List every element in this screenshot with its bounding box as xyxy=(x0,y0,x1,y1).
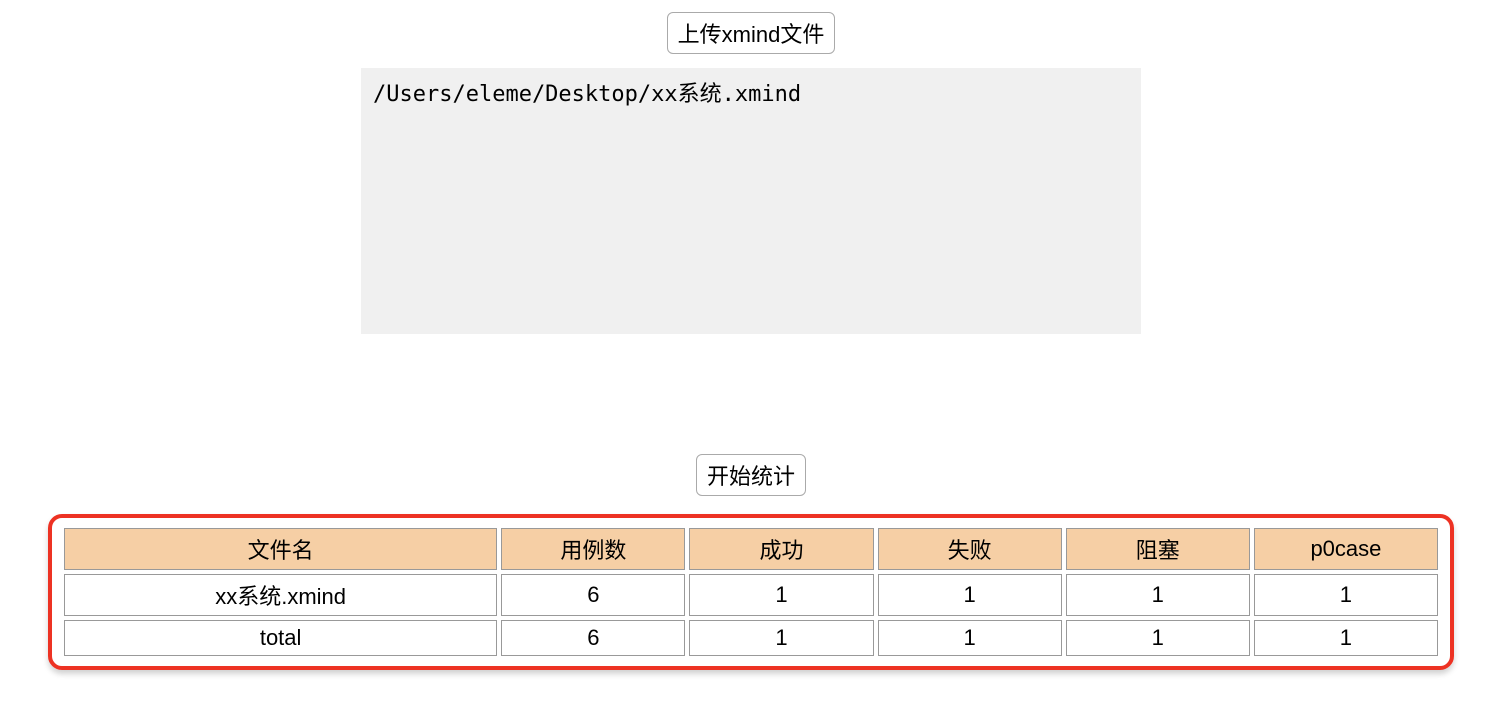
header-fail: 失败 xyxy=(878,528,1062,570)
cell-blocked: 1 xyxy=(1066,620,1250,656)
upload-xmind-button[interactable]: 上传xmind文件 xyxy=(667,12,836,54)
cell-p0case: 1 xyxy=(1254,574,1438,616)
cell-p0case: 1 xyxy=(1254,620,1438,656)
stats-section: 开始统计 文件名 用例数 成功 失败 阻塞 p0case xx系统.xmind … xyxy=(0,454,1502,670)
cell-filename: total xyxy=(64,620,497,656)
results-table: 文件名 用例数 成功 失败 阻塞 p0case xx系统.xmind 6 1 1… xyxy=(60,524,1442,660)
cell-blocked: 1 xyxy=(1066,574,1250,616)
header-case-count: 用例数 xyxy=(501,528,685,570)
cell-success: 1 xyxy=(689,620,873,656)
cell-fail: 1 xyxy=(878,574,1062,616)
header-success: 成功 xyxy=(689,528,873,570)
upload-section: 上传xmind文件 xyxy=(0,0,1502,334)
cell-success: 1 xyxy=(689,574,873,616)
start-stats-button[interactable]: 开始统计 xyxy=(696,454,806,496)
cell-case-count: 6 xyxy=(501,620,685,656)
file-path-textarea[interactable] xyxy=(361,68,1141,334)
cell-case-count: 6 xyxy=(501,574,685,616)
header-p0case: p0case xyxy=(1254,528,1438,570)
cell-filename: xx系统.xmind xyxy=(64,574,497,616)
results-table-wrapper: 文件名 用例数 成功 失败 阻塞 p0case xx系统.xmind 6 1 1… xyxy=(48,514,1454,670)
table-row: total 6 1 1 1 1 xyxy=(64,620,1438,656)
header-filename: 文件名 xyxy=(64,528,497,570)
header-blocked: 阻塞 xyxy=(1066,528,1250,570)
table-row: xx系统.xmind 6 1 1 1 1 xyxy=(64,574,1438,616)
table-header-row: 文件名 用例数 成功 失败 阻塞 p0case xyxy=(64,528,1438,570)
cell-fail: 1 xyxy=(878,620,1062,656)
